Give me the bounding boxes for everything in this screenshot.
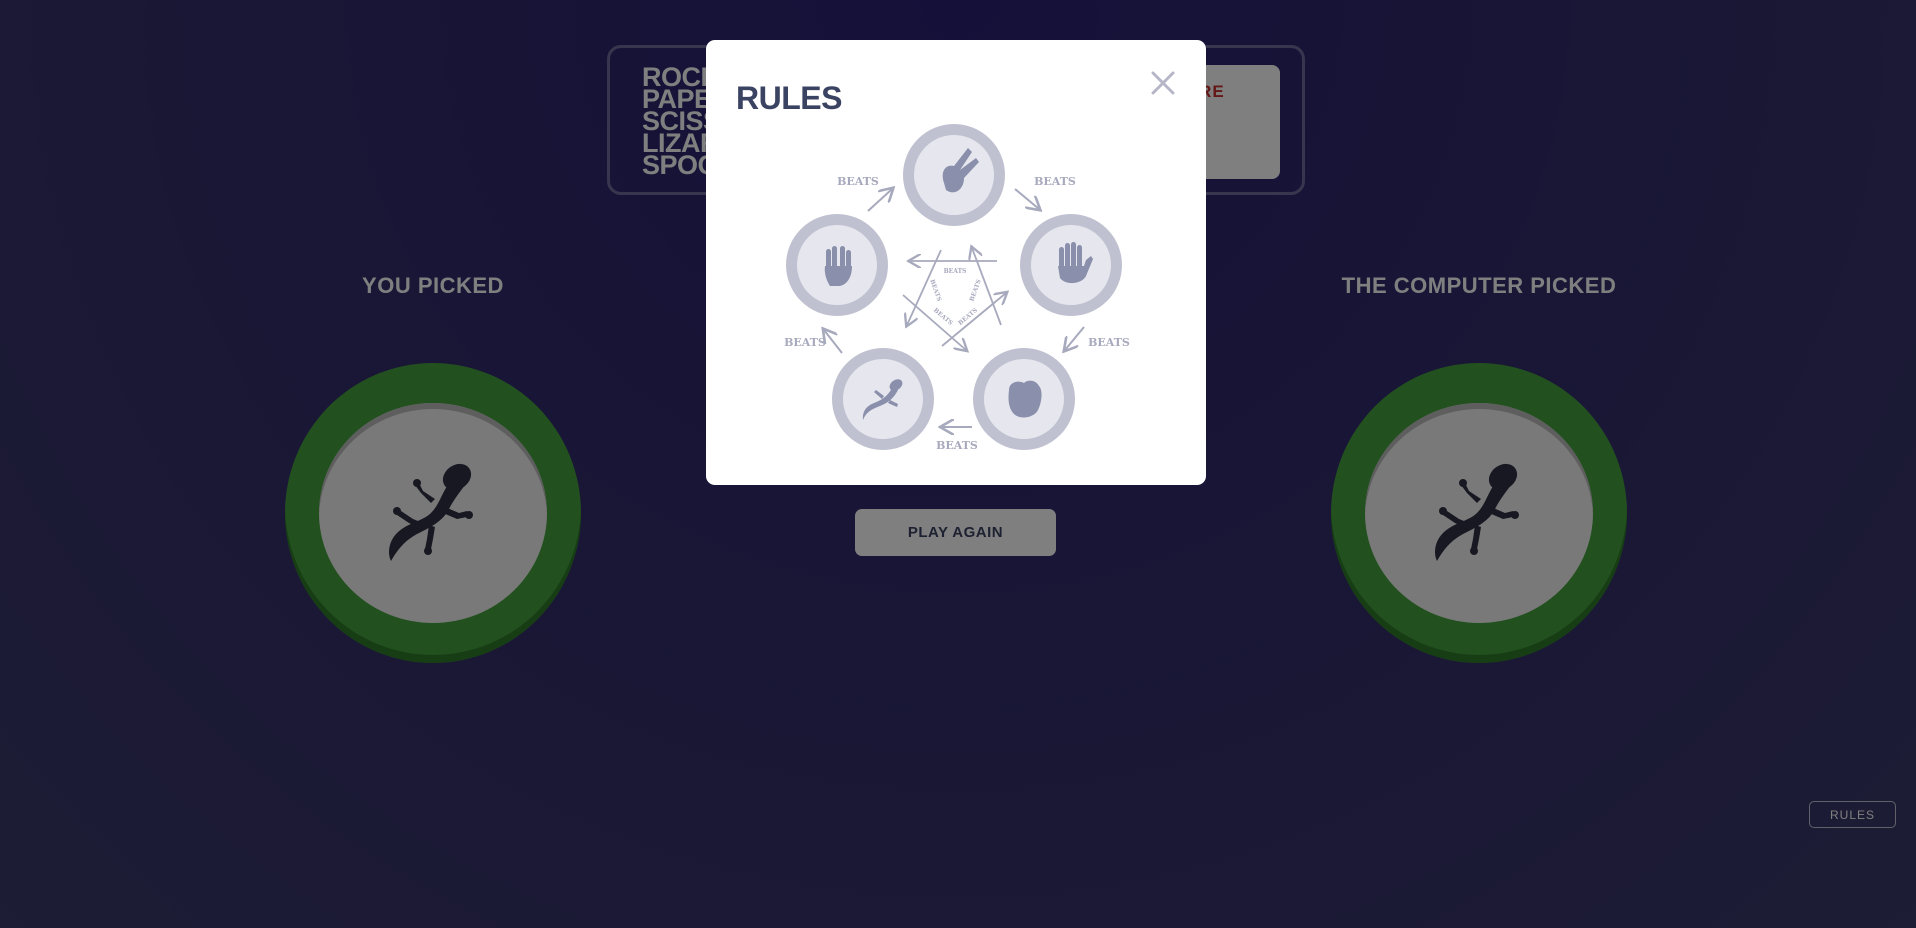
beats-label: BEATS [1088,336,1130,349]
rule-token-lizard [832,348,934,450]
beats-label: BEATS [936,439,978,452]
beats-label: BEATS [968,279,982,303]
beats-label: BEATS [784,336,826,349]
rule-token-rock [973,348,1075,450]
beats-label: BEATS [944,268,967,275]
rules-modal: RULES BEATS BEATS BEATS BEATS BEATS BEAT… [706,40,1206,485]
rule-token-scissors [903,124,1005,226]
inner-arrows [902,248,1006,350]
rules-diagram: BEATS BEATS BEATS BEATS BEATS BEATS BEAT… [784,124,1130,452]
beats-label: BEATS [928,279,942,303]
beats-label: BEATS [1034,175,1076,188]
beats-label: BEATS [837,175,879,188]
rock-icon [1008,380,1042,418]
rule-token-spock [786,214,888,316]
rule-token-paper [1020,214,1122,316]
